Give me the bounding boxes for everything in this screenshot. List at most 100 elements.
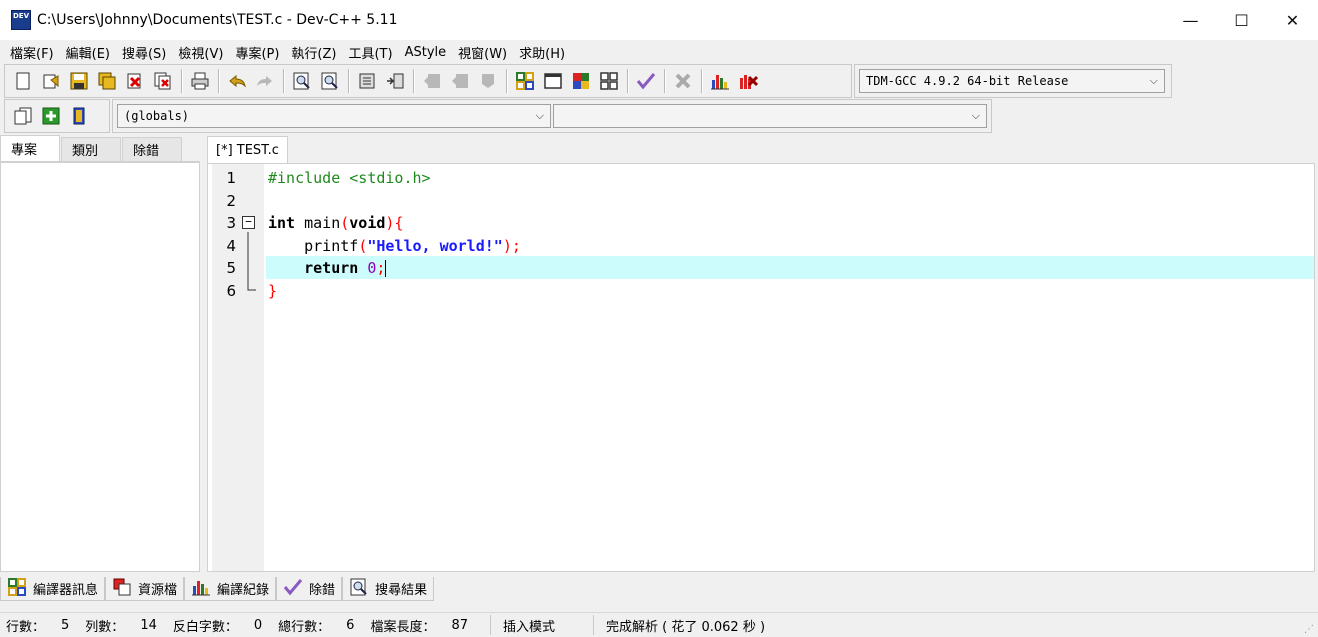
function-select[interactable]: ⌵ <box>553 104 987 128</box>
close-file-button[interactable] <box>123 69 147 93</box>
class-browser-toolbar: (globals) ⌵ ⌵ <box>112 99 992 133</box>
close-button[interactable]: ✕ <box>1267 0 1318 40</box>
compiler-select-value: TDM-GCC 4.9.2 64-bit Release <box>866 74 1069 88</box>
code-line: 6 } <box>208 280 1312 303</box>
toolbar-separator <box>701 69 702 93</box>
run-button[interactable] <box>541 69 565 93</box>
print-button[interactable] <box>188 69 212 93</box>
compiler-select[interactable]: TDM-GCC 4.9.2 64-bit Release ⌵ <box>859 69 1165 93</box>
remove-project-button[interactable] <box>448 69 472 93</box>
keyword-token: return <box>304 259 359 278</box>
status-total-label: 總行數： <box>278 619 331 635</box>
new-project-button[interactable] <box>420 69 444 93</box>
symbol-token: } <box>268 281 278 300</box>
save-icon <box>70 72 88 90</box>
compile-run-button[interactable] <box>569 69 593 93</box>
tab-label: 搜尋結果 <box>375 583 428 598</box>
tab-compile-log[interactable]: 編譯紀錄 <box>184 577 277 601</box>
fold-collapse-icon[interactable]: − <box>242 216 255 229</box>
code-line: 2 <box>208 190 1312 213</box>
syntax-check-button[interactable] <box>634 69 658 93</box>
save-button[interactable] <box>67 69 91 93</box>
chevron-down-icon: ⌵ <box>971 109 980 122</box>
editor-tab-test-c[interactable]: [*] TEST.c <box>207 136 288 163</box>
insert-button[interactable] <box>11 104 35 128</box>
menu-tools[interactable]: 工具(T) <box>342 43 398 62</box>
find-button[interactable] <box>290 69 314 93</box>
compile-grid-icon <box>516 72 534 90</box>
menu-help[interactable]: 求助(H) <box>513 43 571 62</box>
compile-button[interactable] <box>513 69 537 93</box>
chevron-down-icon: ⌵ <box>535 109 544 122</box>
symbol-token: ( <box>340 214 350 233</box>
status-line-value: 5 <box>61 617 70 633</box>
string-token: "Hello, world!" <box>367 236 503 255</box>
resize-grip-icon[interactable]: ⋰ <box>1304 624 1314 635</box>
close-all-button[interactable] <box>151 69 175 93</box>
project-tree[interactable] <box>0 162 200 572</box>
resource-icon <box>112 578 132 600</box>
goto-line-button[interactable] <box>383 69 407 93</box>
tab-classes[interactable]: 類別 <box>61 137 121 161</box>
save-all-icon <box>98 72 116 90</box>
tab-search-results[interactable]: 搜尋結果 <box>342 577 435 601</box>
toggle-bookmark-button[interactable] <box>355 69 379 93</box>
replace-icon <box>321 72 338 90</box>
code-line: 1 #include <stdio.h> <box>208 167 1312 190</box>
stop-execution-button[interactable] <box>671 69 695 93</box>
project-remove-icon <box>452 74 468 88</box>
line-number: 1 <box>226 169 236 188</box>
find-icon <box>293 72 310 90</box>
maximize-button[interactable]: ☐ <box>1216 0 1267 40</box>
menu-file[interactable]: 檔案(F) <box>4 43 60 62</box>
close-all-icon <box>154 72 171 90</box>
tab-compiler-messages[interactable]: 編譯器訊息 <box>0 577 106 601</box>
symbol-token: ; <box>376 259 386 278</box>
toolbar-separator <box>348 69 349 93</box>
bookmark-list-button[interactable] <box>67 104 91 128</box>
undo-button[interactable] <box>225 69 249 93</box>
menu-view[interactable]: 檢視(V) <box>172 43 229 62</box>
devcpp-app-icon: DEV <box>11 10 31 30</box>
tab-debug[interactable]: 除錯 <box>122 137 182 161</box>
close-file-icon <box>127 73 141 89</box>
profile-button[interactable] <box>708 69 732 93</box>
redo-button[interactable] <box>253 69 277 93</box>
symbol-token: ){ <box>385 214 404 233</box>
tab-debug-output[interactable]: 除錯 <box>276 577 343 601</box>
scope-select[interactable]: (globals) ⌵ <box>117 104 551 128</box>
delete-profile-button[interactable] <box>736 69 760 93</box>
menu-edit[interactable]: 編輯(E) <box>60 43 116 62</box>
toolbar-separator <box>413 69 414 93</box>
tab-project[interactable]: 專案 <box>0 135 60 161</box>
redo-icon <box>257 76 272 86</box>
save-all-button[interactable] <box>95 69 119 93</box>
toolbar-separator <box>218 69 219 93</box>
number-token: 0 <box>358 259 377 278</box>
compile-run-icon <box>573 73 589 89</box>
left-panel-tabs: 專案 類別 除錯 <box>0 135 200 162</box>
menu-project[interactable]: 專案(P) <box>229 43 285 62</box>
minimize-button[interactable]: — <box>1165 0 1216 40</box>
goto-line-icon <box>387 73 404 89</box>
line-number: 2 <box>226 191 236 210</box>
line-number: 6 <box>226 281 236 300</box>
toggle-comment-button[interactable] <box>39 104 63 128</box>
status-divider <box>490 615 492 635</box>
menu-search[interactable]: 搜尋(S) <box>116 43 172 62</box>
menu-window[interactable]: 視窗(W) <box>452 43 513 62</box>
rebuild-all-button[interactable] <box>597 69 621 93</box>
preprocessor-token: #include <stdio.h> <box>268 169 431 188</box>
code-text: printf("Hello, world!"); <box>268 237 521 255</box>
tab-resources[interactable]: 資源檔 <box>105 577 185 601</box>
delete-profile-icon <box>740 75 758 89</box>
open-file-button[interactable] <box>39 69 63 93</box>
replace-button[interactable] <box>318 69 342 93</box>
title-bar: DEV C:\Users\Johnny\Documents\TEST.c - D… <box>0 0 1318 40</box>
menu-execute[interactable]: 執行(Z) <box>285 43 342 62</box>
code-editor[interactable]: 1 #include <stdio.h> 2 3 − int main(void… <box>207 163 1315 572</box>
new-file-button[interactable] <box>11 69 35 93</box>
menu-astyle[interactable]: AStyle <box>399 45 453 60</box>
status-sel-value: 0 <box>253 617 263 633</box>
project-options-button[interactable] <box>476 69 500 93</box>
